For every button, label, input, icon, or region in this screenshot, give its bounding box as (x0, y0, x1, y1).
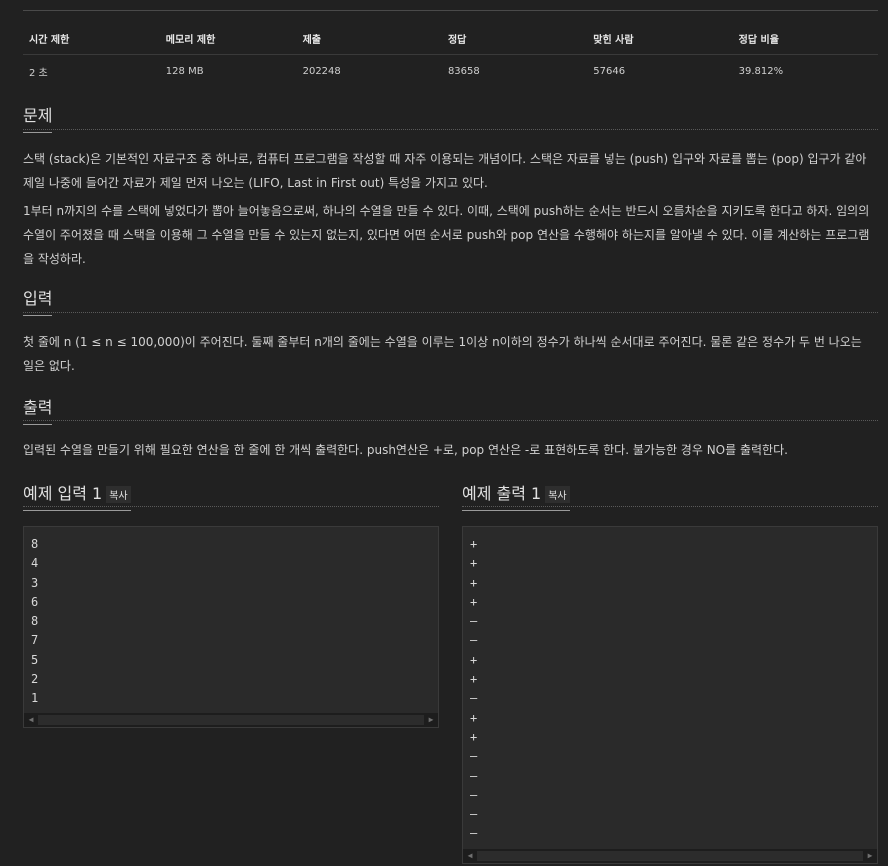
code-line: + (470, 710, 478, 725)
code-line: – (470, 807, 478, 822)
code-line: – (470, 749, 478, 764)
sample-output-scrollbar[interactable]: ◀ ▶ (463, 849, 877, 863)
scroll-left-icon[interactable]: ◀ (24, 713, 38, 727)
code-line: + (470, 652, 478, 667)
problem-description: 스택 (stack)은 기본적인 자료구조 중 하나로, 컴퓨터 프로그램을 작… (23, 147, 873, 271)
code-line: 4 (31, 556, 39, 571)
code-line: 3 (31, 575, 39, 590)
code-line: + (470, 729, 478, 744)
code-line: + (470, 594, 478, 609)
code-line: 8 (31, 537, 39, 551)
code-line: + (470, 556, 478, 571)
value-accept-ratio: 39.812% (738, 66, 784, 77)
input-divider (23, 312, 878, 313)
code-line: 5 (31, 652, 39, 667)
code-line: 6 (31, 594, 39, 609)
output-divider (23, 420, 878, 421)
sample-input-title: 예제 입력 1 (23, 484, 103, 503)
scroll-right-icon[interactable]: ▶ (424, 713, 438, 727)
sample-output-lines: + + + + – – + + – + + – – – – – (463, 527, 877, 844)
copy-input-button[interactable]: 복사 (106, 486, 131, 503)
value-submissions: 202248 (302, 66, 341, 77)
problem-paragraph: 1부터 n까지의 수를 스택에 넣었다가 뽑아 늘어놓음으로써, 하나의 수열을… (23, 204, 870, 266)
header-solvers: 맞힌 사람 (587, 27, 733, 55)
problem-paragraph: 스택 (stack)은 기본적인 자료구조 중 하나로, 컴퓨터 프로그램을 작… (23, 152, 867, 190)
header-submissions: 제출 (296, 27, 442, 55)
output-description: 입력된 수열을 만들기 위해 필요한 연산을 한 줄에 한 개씩 출력한다. p… (23, 443, 788, 457)
code-line: – (470, 787, 478, 802)
input-description: 첫 줄에 n (1 ≤ n ≤ 100,000)이 주어진다. 둘째 줄부터 n… (23, 335, 862, 373)
value-time-limit: 2 초 (29, 68, 48, 79)
code-line: + (470, 575, 478, 590)
problem-info-table: 시간 제한 메모리 제한 제출 정답 맞힌 사람 정답 비율 2 초 128 M… (23, 27, 878, 83)
value-accepted: 83658 (447, 66, 480, 77)
scroll-left-icon[interactable]: ◀ (463, 849, 477, 863)
top-divider (23, 10, 878, 11)
code-line: – (470, 633, 478, 648)
sample-input-lines: 8 4 3 6 8 7 5 2 1 (24, 527, 438, 709)
sample-output-box[interactable]: + + + + – – + + – + + – – – – – ◀ ▶ (462, 526, 878, 864)
sample-input-divider (23, 506, 439, 507)
problem-divider (23, 129, 878, 130)
sample-input-box[interactable]: 8 4 3 6 8 7 5 2 1 ◀ ▶ (23, 526, 439, 728)
copy-output-button[interactable]: 복사 (545, 486, 570, 503)
scrollbar-thumb[interactable] (38, 715, 424, 725)
sample-output-divider (462, 506, 878, 507)
sample-input-scrollbar[interactable]: ◀ ▶ (24, 713, 438, 727)
code-line: – (470, 768, 478, 783)
info-value-row: 2 초 128 MB 202248 83658 57646 39.812% (23, 55, 878, 84)
code-line: + (470, 537, 478, 551)
header-accept-ratio: 정답 비율 (732, 27, 878, 55)
value-memory-limit: 128 MB (165, 66, 204, 77)
code-line: – (470, 614, 478, 629)
header-memory-limit: 메모리 제한 (159, 27, 297, 55)
sample-output-title: 예제 출력 1 (462, 484, 542, 503)
header-accepted: 정답 (441, 27, 588, 55)
code-line: – (470, 826, 478, 841)
info-header-row: 시간 제한 메모리 제한 제출 정답 맞힌 사람 정답 비율 (23, 27, 878, 55)
scroll-right-icon[interactable]: ▶ (863, 849, 877, 863)
code-line: – (470, 691, 478, 706)
code-line: + (470, 672, 478, 687)
value-solvers: 57646 (593, 66, 626, 77)
code-line: 8 (31, 614, 39, 629)
code-line: 1 (31, 691, 39, 706)
scrollbar-thumb[interactable] (477, 851, 863, 861)
code-line: 2 (31, 672, 39, 687)
header-time-limit: 시간 제한 (23, 27, 160, 55)
code-line: 7 (31, 633, 39, 648)
